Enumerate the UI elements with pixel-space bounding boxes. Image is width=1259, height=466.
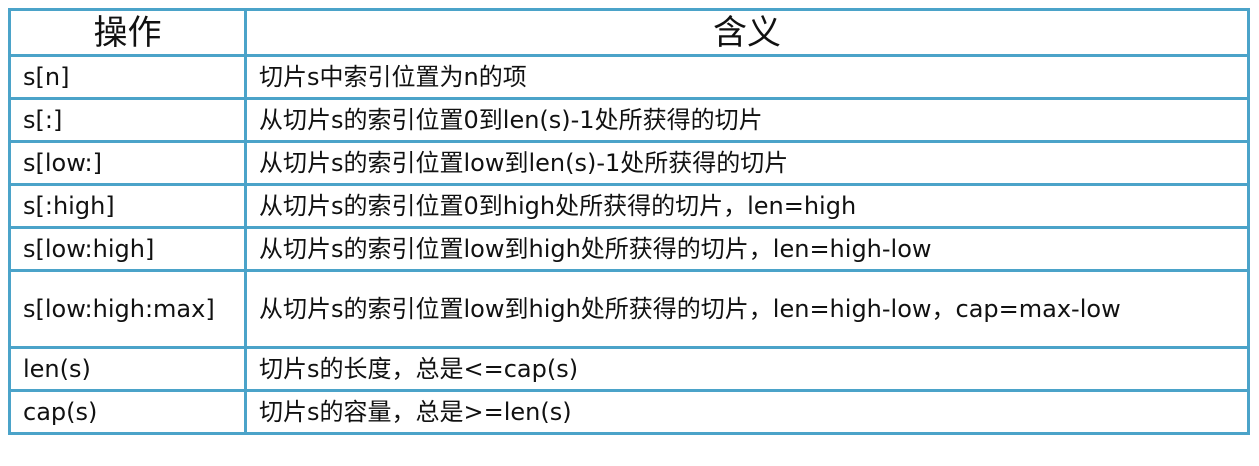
- table-row: s[low:high] 从切片s的索引位置low到high处所获得的切片，len=…: [8, 226, 1250, 272]
- meaning-cell: 从切片s的索引位置low到len(s)-1处所获得的切片: [244, 140, 1250, 186]
- meaning-cell: 从切片s的索引位置0到high处所获得的切片，len=high: [244, 183, 1250, 229]
- meaning-cell: 切片s的容量，总是>=len(s): [244, 389, 1250, 435]
- meaning-cell: 切片s中索引位置为n的项: [244, 54, 1250, 100]
- meaning-cell: 切片s的长度，总是<=cap(s): [244, 346, 1250, 392]
- table-row: s[low:high:max] 从切片s的索引位置low到high处所获得的切片，…: [8, 269, 1250, 349]
- table-row: s[:high] 从切片s的索引位置0到high处所获得的切片，len=high: [8, 183, 1250, 229]
- table-row: len(s) 切片s的长度，总是<=cap(s): [8, 346, 1250, 392]
- table-row: s[:] 从切片s的索引位置0到len(s)-1处所获得的切片: [8, 97, 1250, 143]
- operation-cell: s[:]: [8, 97, 247, 143]
- operation-cell: s[low:high]: [8, 226, 247, 272]
- operation-cell: s[:high]: [8, 183, 247, 229]
- table-row: cap(s) 切片s的容量，总是>=len(s): [8, 389, 1250, 435]
- operation-cell: s[low:]: [8, 140, 247, 186]
- header-operation: 操作: [8, 8, 247, 57]
- meaning-cell: 从切片s的索引位置low到high处所获得的切片，len=high-low，ca…: [244, 269, 1250, 349]
- table-header-row: 操作 含义: [8, 8, 1250, 57]
- operation-cell: cap(s): [8, 389, 247, 435]
- header-meaning: 含义: [244, 8, 1250, 57]
- operation-cell: s[n]: [8, 54, 247, 100]
- table-row: s[low:] 从切片s的索引位置low到len(s)-1处所获得的切片: [8, 140, 1250, 186]
- meaning-cell: 从切片s的索引位置0到len(s)-1处所获得的切片: [244, 97, 1250, 143]
- meaning-cell: 从切片s的索引位置low到high处所获得的切片，len=high-low: [244, 226, 1250, 272]
- operation-cell: len(s): [8, 346, 247, 392]
- slice-operations-table: 操作 含义 s[n] 切片s中索引位置为n的项 s[:] 从切片s的索引位置0到le…: [8, 8, 1250, 435]
- table-row: s[n] 切片s中索引位置为n的项: [8, 54, 1250, 100]
- operation-cell: s[low:high:max]: [8, 269, 247, 349]
